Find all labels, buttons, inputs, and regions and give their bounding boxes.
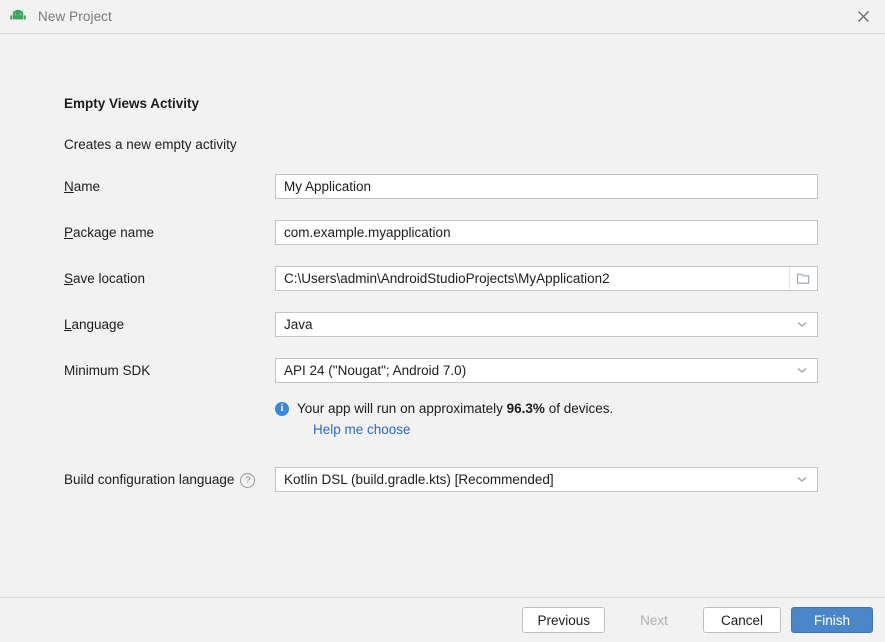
chevron-down-icon (795, 364, 809, 378)
build-config-language-label: Build configuration language? (64, 472, 256, 488)
info-icon: i (275, 402, 289, 416)
form-row-package-name: Package name com.example.myapplication (0, 220, 885, 266)
package-name-label-text: ackage name (73, 225, 155, 240)
device-info-body: Your app will run on approximately 96.3%… (297, 400, 613, 437)
language-label-text: anguage (71, 317, 125, 332)
device-info-text-before: Your app will run on approximately (297, 401, 503, 416)
build-config-language-dropdown-value: Kotlin DSL (build.gradle.kts) [Recommend… (284, 472, 554, 487)
form-row-minimum-sdk: Minimum SDK API 24 ("Nougat"; Android 7.… (0, 358, 885, 404)
help-me-choose-link[interactable]: Help me choose (313, 422, 613, 437)
save-location-label: Save location (64, 271, 145, 286)
android-robot-icon (8, 7, 28, 27)
next-button: Next (615, 607, 693, 633)
language-dropdown-value: Java (284, 317, 313, 332)
project-form: Name My Application Package name com.exa… (0, 174, 885, 510)
form-row-device-info: i Your app will run on approximately 96.… (0, 401, 885, 464)
language-label: Language (64, 317, 124, 332)
save-location-label-mnemonic: S (64, 271, 74, 286)
name-input[interactable]: My Application (275, 174, 818, 199)
device-info-text-after: of devices. (548, 401, 614, 416)
form-row-name: Name My Application (0, 174, 885, 220)
chevron-down-icon (795, 318, 809, 332)
package-name-input-value: com.example.myapplication (284, 225, 451, 240)
folder-icon[interactable] (789, 267, 817, 290)
previous-button[interactable]: Previous (522, 607, 605, 633)
chevron-down-icon (795, 473, 809, 487)
question-mark-icon[interactable]: ? (240, 473, 256, 488)
save-location-label-text: ave location (73, 271, 146, 286)
close-icon[interactable] (841, 0, 885, 33)
name-label-text: ame (73, 179, 101, 194)
language-dropdown[interactable]: Java (275, 312, 818, 337)
cancel-button[interactable]: Cancel (703, 607, 781, 633)
form-row-build-config-language: Build configuration language? Kotlin DSL… (0, 464, 885, 510)
package-name-input[interactable]: com.example.myapplication (275, 220, 818, 245)
dialog-content: Empty Views Activity Creates a new empty… (0, 34, 885, 597)
dialog-footer: Previous Next Cancel Finish (0, 597, 885, 642)
template-description: Creates a new empty activity (64, 137, 237, 152)
name-input-value: My Application (284, 179, 372, 194)
window-title: New Project (38, 9, 112, 24)
device-info-percentage: 96.3% (506, 401, 545, 416)
template-heading: Empty Views Activity (64, 96, 200, 111)
new-project-dialog: New Project Empty Views Activity Creates… (0, 0, 885, 642)
build-config-language-label-text: Build configuration language (64, 472, 235, 487)
package-name-label-mnemonic: P (64, 225, 74, 240)
minimum-sdk-dropdown[interactable]: API 24 ("Nougat"; Android 7.0) (275, 358, 818, 383)
minimum-sdk-label: Minimum SDK (64, 363, 151, 378)
save-location-input[interactable]: C:\Users\admin\AndroidStudioProjects\MyA… (275, 266, 818, 291)
language-label-mnemonic: L (64, 317, 72, 332)
finish-button[interactable]: Finish (791, 607, 873, 633)
name-label-mnemonic: N (64, 179, 74, 194)
save-location-input-value: C:\Users\admin\AndroidStudioProjects\MyA… (284, 271, 610, 286)
package-name-label: Package name (64, 225, 154, 240)
title-bar: New Project (0, 0, 885, 34)
build-config-language-dropdown[interactable]: Kotlin DSL (build.gradle.kts) [Recommend… (275, 467, 818, 492)
name-label: Name (64, 179, 100, 194)
minimum-sdk-dropdown-value: API 24 ("Nougat"; Android 7.0) (284, 363, 467, 378)
form-row-language: Language Java (0, 312, 885, 358)
form-row-save-location: Save location C:\Users\admin\AndroidStud… (0, 266, 885, 312)
device-support-info: i Your app will run on approximately 96.… (275, 400, 613, 437)
device-info-text: Your app will run on approximately 96.3%… (297, 401, 613, 416)
